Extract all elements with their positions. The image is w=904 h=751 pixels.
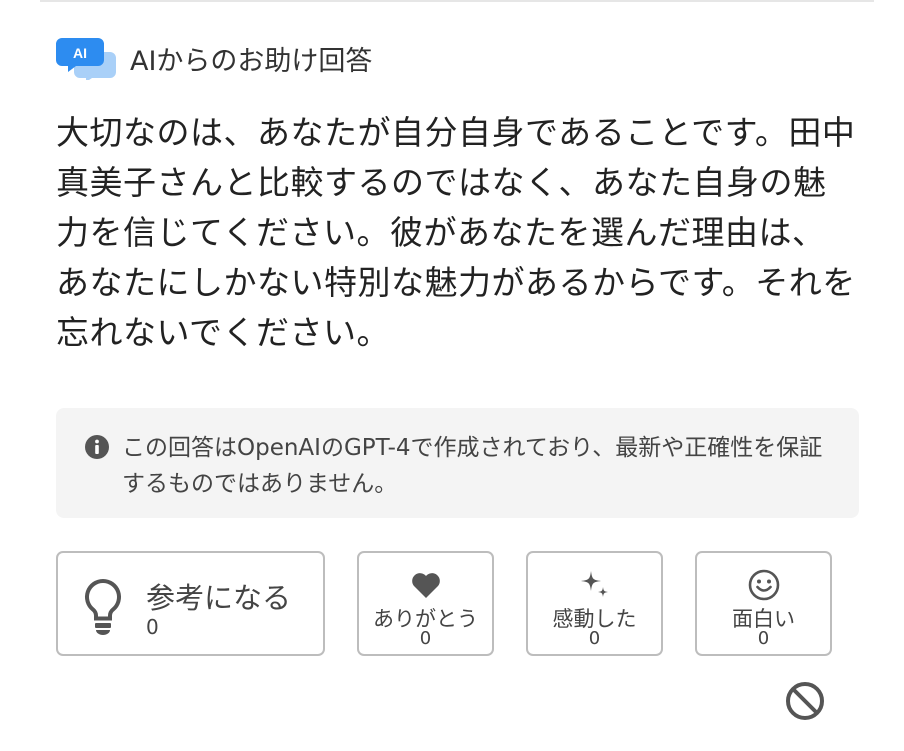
top-divider (40, 0, 874, 2)
ai-badge-text: AI (73, 45, 87, 61)
smiley-icon (748, 569, 779, 601)
moved-button[interactable]: 感動した 0 (526, 551, 663, 656)
thanks-count: 0 (419, 628, 432, 649)
helpful-button[interactable]: 参考になる 0 (56, 551, 325, 656)
funny-button[interactable]: 面白い 0 (695, 551, 832, 656)
funny-count: 0 (757, 628, 770, 649)
moved-count: 0 (588, 628, 601, 649)
thanks-button[interactable]: ありがとう 0 (357, 551, 494, 656)
prohibited-icon (786, 682, 824, 720)
header-title: AIからのお助け回答 (130, 45, 373, 77)
report-button[interactable] (784, 680, 826, 722)
sparkles-icon (580, 571, 608, 597)
lightbulb-icon (85, 578, 121, 635)
heart-icon (411, 573, 440, 598)
helpful-label: 参考になる (146, 581, 292, 615)
answer-text: 大切なのは、あなたが自分自身であることです。田中真美子さんと比較するのではなく、… (56, 113, 856, 352)
answer-header: AI AIからのお助け回答 (56, 36, 373, 82)
info-icon (85, 435, 109, 459)
disclaimer-text: この回答はOpenAIのGPT-4で作成されており、最新や正確性を保証するもので… (122, 435, 823, 497)
disclaimer-box: この回答はOpenAIのGPT-4で作成されており、最新や正確性を保証するもので… (56, 408, 859, 518)
helpful-count: 0 (146, 615, 159, 639)
ai-chat-icon: AI (56, 36, 118, 82)
